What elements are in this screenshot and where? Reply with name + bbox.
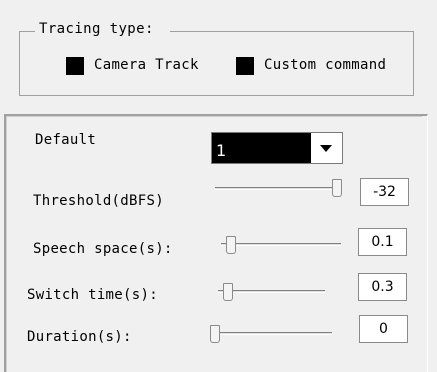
custom-command-checkbox[interactable] (236, 57, 254, 75)
chevron-down-icon (320, 145, 332, 152)
group-border (19, 31, 20, 95)
threshold-label: Threshold(dBFS) (33, 193, 164, 209)
camera-track-label: Camera Track (94, 57, 199, 73)
speech-space-slider-thumb[interactable] (226, 236, 236, 254)
default-label: Default (35, 132, 97, 148)
threshold-slider-track[interactable] (215, 187, 340, 190)
switch-time-value[interactable]: 0.3 (358, 273, 407, 301)
duration-slider-track[interactable] (210, 332, 332, 335)
group-border (413, 31, 414, 95)
duration-label: Duration(s): (27, 329, 132, 345)
tracing-type-title: Tracing type: (36, 21, 157, 37)
speech-space-label: Speech space(s): (33, 241, 173, 257)
speech-space-slider-track[interactable] (221, 243, 341, 246)
switch-time-slider-thumb[interactable] (223, 283, 233, 301)
duration-slider-thumb[interactable] (210, 325, 220, 343)
switch-time-slider-track[interactable] (218, 290, 325, 293)
speech-space-value[interactable]: 0.1 (358, 228, 407, 256)
default-dropdown-value: 1 (216, 141, 227, 160)
group-border (170, 31, 413, 32)
switch-time-label: Switch time(s): (27, 287, 158, 303)
custom-command-label: Custom command (264, 57, 387, 73)
threshold-value[interactable]: -32 (360, 178, 409, 206)
camera-track-checkbox[interactable] (66, 57, 84, 75)
duration-value[interactable]: 0 (359, 315, 408, 343)
group-border (19, 31, 35, 32)
threshold-slider-thumb[interactable] (332, 179, 342, 197)
group-border (19, 95, 414, 96)
